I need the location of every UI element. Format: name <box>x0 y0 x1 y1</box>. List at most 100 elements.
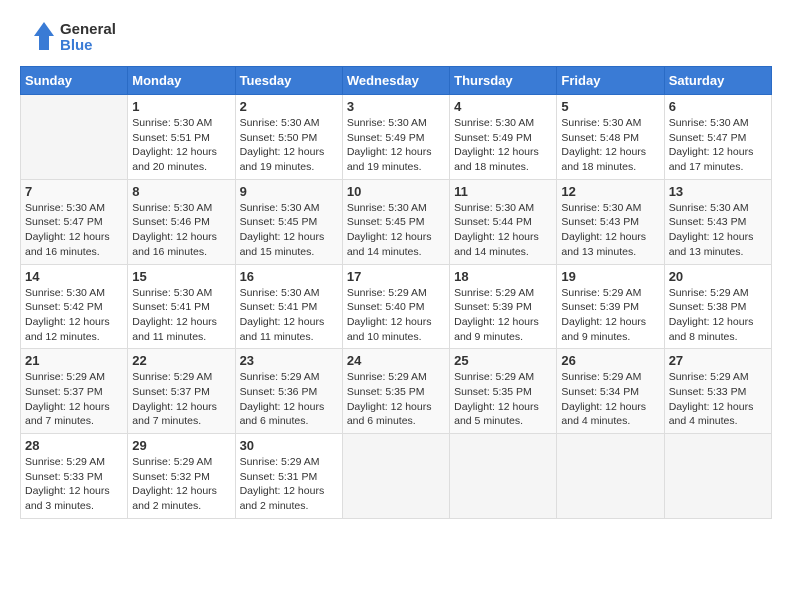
weekday-header-wednesday: Wednesday <box>342 67 449 95</box>
calendar-table: SundayMondayTuesdayWednesdayThursdayFrid… <box>20 66 772 519</box>
day-number: 16 <box>240 269 338 284</box>
calendar-cell: 24 Sunrise: 5:29 AMSunset: 5:35 PMDayligh… <box>342 349 449 434</box>
day-number: 17 <box>347 269 445 284</box>
day-number: 26 <box>561 353 659 368</box>
day-number: 1 <box>132 99 230 114</box>
logo-blue-text: Blue <box>60 38 116 55</box>
day-info: Sunrise: 5:29 AMSunset: 5:39 PMDaylight:… <box>561 286 659 345</box>
weekday-header-sunday: Sunday <box>21 67 128 95</box>
calendar-week-2: 7Sunrise: 5:30 AMSunset: 5:47 PMDaylight… <box>21 179 772 264</box>
calendar-cell: 3 Sunrise: 5:30 AMSunset: 5:49 PMDaylight… <box>342 95 449 180</box>
day-number: 4 <box>454 99 552 114</box>
day-number: 3 <box>347 99 445 114</box>
day-info: Sunrise: 5:30 AMSunset: 5:42 PMDaylight:… <box>25 286 123 345</box>
day-number: 9 <box>240 184 338 199</box>
day-info: Sunrise: 5:30 AMSunset: 5:45 PMDaylight:… <box>240 201 338 260</box>
calendar-cell <box>342 434 449 519</box>
calendar-week-5: 28 Sunrise: 5:29 AMSunset: 5:33 PMDayligh… <box>21 434 772 519</box>
day-info: Sunrise: 5:29 AMSunset: 5:33 PMDaylight:… <box>25 455 123 514</box>
calendar-cell <box>450 434 557 519</box>
calendar-cell: 7Sunrise: 5:30 AMSunset: 5:47 PMDaylight… <box>21 179 128 264</box>
day-info: Sunrise: 5:29 AMSunset: 5:35 PMDaylight:… <box>454 370 552 429</box>
day-number: 22 <box>132 353 230 368</box>
day-info: Sunrise: 5:29 AMSunset: 5:31 PMDaylight:… <box>240 455 338 514</box>
day-number: 28 <box>25 438 123 453</box>
day-number: 18 <box>454 269 552 284</box>
calendar-cell: 1 Sunrise: 5:30 AMSunset: 5:51 PMDaylight… <box>128 95 235 180</box>
day-number: 25 <box>454 353 552 368</box>
day-number: 24 <box>347 353 445 368</box>
day-info: Sunrise: 5:29 AMSunset: 5:40 PMDaylight:… <box>347 286 445 345</box>
day-number: 21 <box>25 353 123 368</box>
logo-svg-icon <box>20 20 56 56</box>
day-number: 8 <box>132 184 230 199</box>
day-number: 23 <box>240 353 338 368</box>
calendar-cell: 9 Sunrise: 5:30 AMSunset: 5:45 PMDaylight… <box>235 179 342 264</box>
calendar-cell: 14 Sunrise: 5:30 AMSunset: 5:42 PMDayligh… <box>21 264 128 349</box>
day-info: Sunrise: 5:29 AMSunset: 5:38 PMDaylight:… <box>669 286 767 345</box>
logo: General Blue <box>20 20 116 56</box>
day-info: Sunrise: 5:30 AMSunset: 5:45 PMDaylight:… <box>347 201 445 260</box>
day-info: Sunrise: 5:30 AMSunset: 5:50 PMDaylight:… <box>240 116 338 175</box>
calendar-cell: 29 Sunrise: 5:29 AMSunset: 5:32 PMDayligh… <box>128 434 235 519</box>
day-info: Sunrise: 5:30 AMSunset: 5:51 PMDaylight:… <box>132 116 230 175</box>
calendar-cell: 12Sunrise: 5:30 AMSunset: 5:43 PMDayligh… <box>557 179 664 264</box>
calendar-cell <box>557 434 664 519</box>
day-number: 20 <box>669 269 767 284</box>
calendar-cell: 21Sunrise: 5:29 AMSunset: 5:37 PMDayligh… <box>21 349 128 434</box>
day-info: Sunrise: 5:30 AMSunset: 5:49 PMDaylight:… <box>347 116 445 175</box>
calendar-cell: 25 Sunrise: 5:29 AMSunset: 5:35 PMDayligh… <box>450 349 557 434</box>
day-number: 6 <box>669 99 767 114</box>
weekday-header-monday: Monday <box>128 67 235 95</box>
calendar-cell: 22Sunrise: 5:29 AMSunset: 5:37 PMDayligh… <box>128 349 235 434</box>
calendar-cell: 20 Sunrise: 5:29 AMSunset: 5:38 PMDayligh… <box>664 264 771 349</box>
weekday-header-thursday: Thursday <box>450 67 557 95</box>
calendar-cell: 15 Sunrise: 5:30 AMSunset: 5:41 PMDayligh… <box>128 264 235 349</box>
calendar-cell: 27 Sunrise: 5:29 AMSunset: 5:33 PMDayligh… <box>664 349 771 434</box>
day-info: Sunrise: 5:29 AMSunset: 5:33 PMDaylight:… <box>669 370 767 429</box>
calendar-cell: 2 Sunrise: 5:30 AMSunset: 5:50 PMDaylight… <box>235 95 342 180</box>
day-number: 13 <box>669 184 767 199</box>
calendar-body: 1 Sunrise: 5:30 AMSunset: 5:51 PMDaylight… <box>21 95 772 519</box>
day-number: 7 <box>25 184 123 199</box>
weekday-header-saturday: Saturday <box>664 67 771 95</box>
day-info: Sunrise: 5:29 AMSunset: 5:32 PMDaylight:… <box>132 455 230 514</box>
day-number: 15 <box>132 269 230 284</box>
day-number: 30 <box>240 438 338 453</box>
calendar-cell: 16 Sunrise: 5:30 AMSunset: 5:41 PMDayligh… <box>235 264 342 349</box>
weekday-header-row: SundayMondayTuesdayWednesdayThursdayFrid… <box>21 67 772 95</box>
calendar-cell <box>21 95 128 180</box>
day-number: 11 <box>454 184 552 199</box>
day-number: 14 <box>25 269 123 284</box>
day-info: Sunrise: 5:30 AMSunset: 5:49 PMDaylight:… <box>454 116 552 175</box>
calendar-week-1: 1 Sunrise: 5:30 AMSunset: 5:51 PMDaylight… <box>21 95 772 180</box>
day-info: Sunrise: 5:29 AMSunset: 5:35 PMDaylight:… <box>347 370 445 429</box>
header: General Blue <box>20 20 772 56</box>
calendar-cell: 11 Sunrise: 5:30 AMSunset: 5:44 PMDayligh… <box>450 179 557 264</box>
calendar-cell: 19Sunrise: 5:29 AMSunset: 5:39 PMDayligh… <box>557 264 664 349</box>
day-info: Sunrise: 5:30 AMSunset: 5:46 PMDaylight:… <box>132 201 230 260</box>
calendar-cell: 5Sunrise: 5:30 AMSunset: 5:48 PMDaylight… <box>557 95 664 180</box>
day-number: 5 <box>561 99 659 114</box>
day-number: 12 <box>561 184 659 199</box>
day-info: Sunrise: 5:30 AMSunset: 5:47 PMDaylight:… <box>669 116 767 175</box>
day-number: 2 <box>240 99 338 114</box>
calendar-cell: 13 Sunrise: 5:30 AMSunset: 5:43 PMDayligh… <box>664 179 771 264</box>
day-number: 10 <box>347 184 445 199</box>
calendar-cell: 26 Sunrise: 5:29 AMSunset: 5:34 PMDayligh… <box>557 349 664 434</box>
weekday-header-tuesday: Tuesday <box>235 67 342 95</box>
day-number: 27 <box>669 353 767 368</box>
calendar-week-3: 14 Sunrise: 5:30 AMSunset: 5:42 PMDayligh… <box>21 264 772 349</box>
day-info: Sunrise: 5:29 AMSunset: 5:34 PMDaylight:… <box>561 370 659 429</box>
calendar-cell: 23 Sunrise: 5:29 AMSunset: 5:36 PMDayligh… <box>235 349 342 434</box>
calendar-week-4: 21Sunrise: 5:29 AMSunset: 5:37 PMDayligh… <box>21 349 772 434</box>
day-info: Sunrise: 5:30 AMSunset: 5:41 PMDaylight:… <box>132 286 230 345</box>
day-info: Sunrise: 5:30 AMSunset: 5:43 PMDaylight:… <box>669 201 767 260</box>
day-number: 29 <box>132 438 230 453</box>
day-info: Sunrise: 5:30 AMSunset: 5:44 PMDaylight:… <box>454 201 552 260</box>
day-info: Sunrise: 5:30 AMSunset: 5:41 PMDaylight:… <box>240 286 338 345</box>
calendar-cell: 8 Sunrise: 5:30 AMSunset: 5:46 PMDaylight… <box>128 179 235 264</box>
day-info: Sunrise: 5:29 AMSunset: 5:36 PMDaylight:… <box>240 370 338 429</box>
calendar-cell: 30 Sunrise: 5:29 AMSunset: 5:31 PMDayligh… <box>235 434 342 519</box>
calendar-cell: 18Sunrise: 5:29 AMSunset: 5:39 PMDayligh… <box>450 264 557 349</box>
